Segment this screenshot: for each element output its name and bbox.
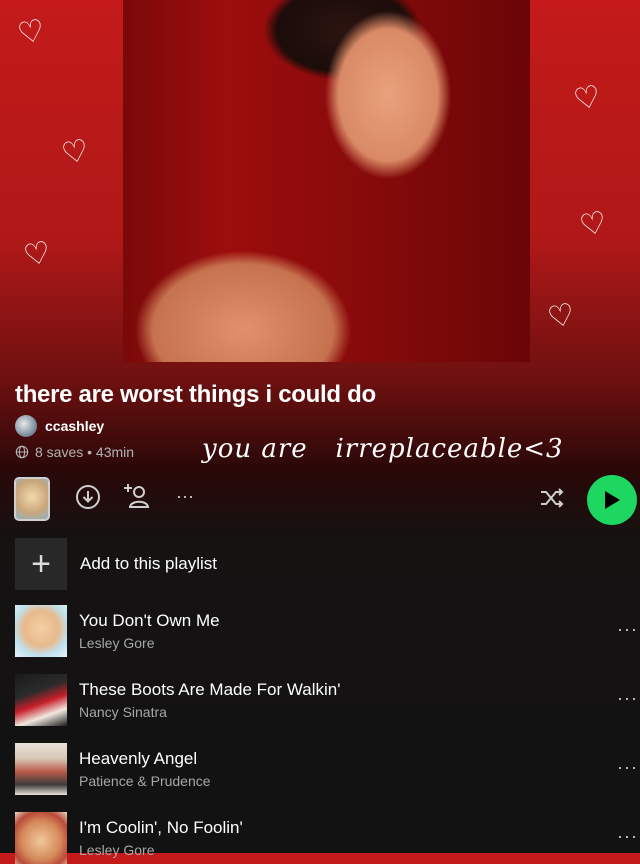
track-artwork	[15, 743, 67, 795]
handwritten-caption: you are irreplaceable<3	[202, 434, 564, 464]
globe-icon	[15, 445, 29, 459]
heart-doodle: ♡	[58, 132, 93, 173]
more-options-button[interactable]: ···	[172, 483, 198, 509]
track-artist: Nancy Sinatra	[79, 704, 167, 720]
heart-doodle: ♡	[570, 78, 605, 119]
saves-duration: 8 saves • 43min	[35, 444, 135, 460]
track-row[interactable]: These Boots Are Made For Walkin' Nancy S…	[15, 674, 640, 726]
track-title: I'm Coolin', No Foolin'	[79, 818, 243, 837]
add-user-icon	[124, 484, 150, 508]
track-artwork	[15, 812, 67, 864]
playlist-owner[interactable]: ccashley	[15, 415, 104, 437]
track-title: You Don't Own Me	[79, 611, 220, 630]
track-more-button[interactable]: ···	[617, 688, 638, 709]
owner-name[interactable]: ccashley	[45, 418, 104, 434]
download-button[interactable]	[75, 484, 101, 510]
playlist-meta: 8 saves • 43min	[15, 444, 134, 460]
track-artist: Lesley Gore	[79, 842, 155, 858]
track-artist: Patience & Prudence	[79, 773, 211, 789]
shuffle-button[interactable]	[539, 485, 565, 511]
add-to-playlist-label[interactable]: Add to this playlist	[80, 554, 217, 574]
track-title: These Boots Are Made For Walkin'	[79, 680, 341, 699]
track-more-button[interactable]: ···	[617, 757, 638, 778]
heart-doodle: ♡	[20, 234, 55, 275]
track-row[interactable]: I'm Coolin', No Foolin' Lesley Gore ···	[15, 812, 640, 864]
action-bar: ···	[0, 475, 640, 525]
download-icon	[76, 485, 100, 509]
playlist-cover	[123, 0, 530, 362]
heart-doodle: ♡	[544, 296, 579, 337]
shuffle-icon	[541, 488, 564, 508]
avatar[interactable]	[15, 415, 37, 437]
track-more-button[interactable]: ···	[617, 619, 638, 640]
add-collaborator-button[interactable]	[123, 482, 151, 510]
track-row[interactable]: You Don't Own Me Lesley Gore ···	[15, 605, 640, 657]
playlist-thumbnail[interactable]	[14, 477, 50, 521]
add-to-playlist-row[interactable]: + Add to this playlist	[15, 538, 217, 590]
track-row[interactable]: Heavenly Angel Patience & Prudence ···	[15, 743, 640, 795]
play-button[interactable]	[587, 475, 637, 525]
heart-doodle: ♡	[576, 204, 611, 245]
track-title: Heavenly Angel	[79, 749, 198, 768]
track-artwork	[15, 605, 67, 657]
playlist-title: there are worst things i could do	[15, 381, 376, 408]
track-artwork	[15, 674, 67, 726]
track-artist: Lesley Gore	[79, 635, 155, 651]
heart-doodle: ♡	[14, 12, 49, 53]
track-more-button[interactable]: ···	[617, 826, 638, 847]
play-icon	[605, 491, 620, 509]
plus-icon[interactable]: +	[15, 538, 67, 590]
